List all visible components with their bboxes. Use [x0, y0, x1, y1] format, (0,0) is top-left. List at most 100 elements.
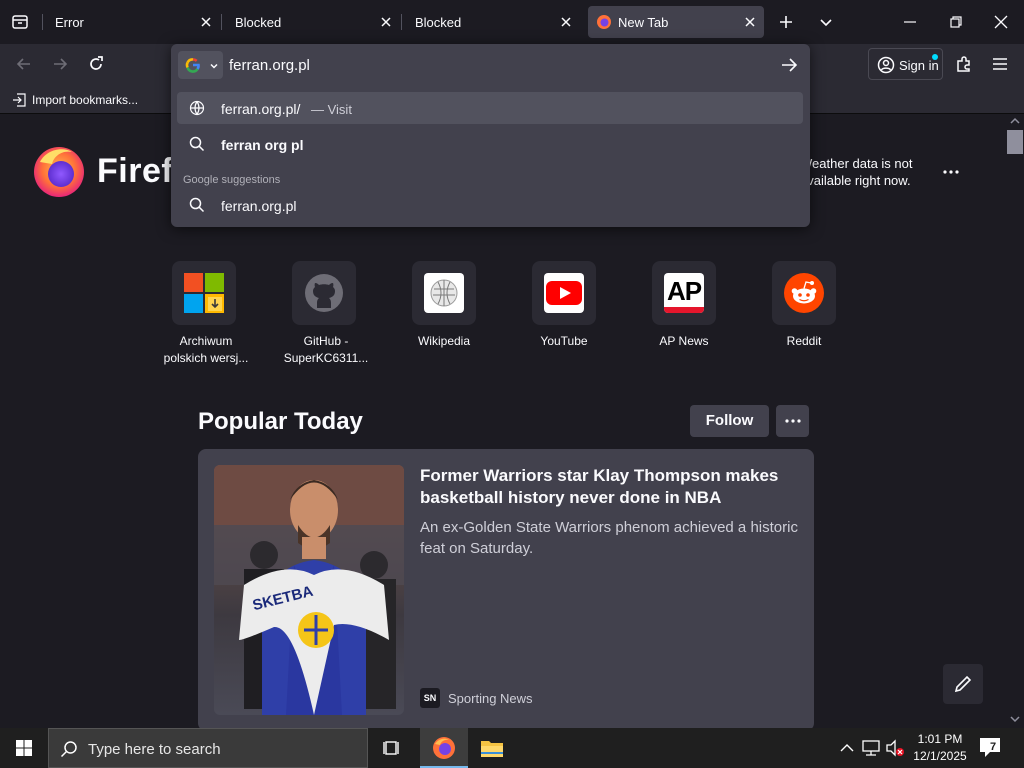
network-icon: [862, 740, 880, 756]
tab-blocked[interactable]: Blocked: [225, 6, 400, 38]
close-tab-icon[interactable]: [558, 14, 574, 30]
forward-button[interactable]: [50, 54, 70, 74]
section-title: Popular Today: [198, 408, 363, 435]
close-tab-icon[interactable]: [742, 14, 758, 30]
scrollbar-thumb[interactable]: [1007, 130, 1023, 154]
article-headline: Former Warriors star Klay Thompson makes…: [420, 466, 779, 507]
minimize-button[interactable]: [900, 12, 920, 32]
taskbar-file-explorer-button[interactable]: [468, 728, 516, 768]
shortcut-label-line: Archiwum: [179, 334, 233, 348]
folder-icon: [481, 741, 503, 757]
shortcut-label-line: Reddit: [786, 334, 822, 348]
article-excerpt: An ex-Golden State Warriors phenom achie…: [420, 519, 798, 557]
start-button[interactable]: [0, 728, 48, 768]
firefox-favicon-icon: [596, 14, 612, 30]
sign-in-label: Sign in: [899, 58, 939, 73]
follow-button[interactable]: Follow: [690, 405, 769, 437]
result-title: ferran.org.pl/: [221, 101, 301, 117]
shortcut-wikipedia[interactable]: Wikipedia: [384, 261, 504, 371]
go-button[interactable]: [778, 54, 800, 76]
urlbar-result-visit[interactable]: ferran.org.pl/ — Visit: [177, 92, 803, 124]
tab-label: Blocked: [415, 15, 462, 30]
reload-icon: [90, 56, 103, 70]
url-input-value: ferran.org.pl: [229, 57, 310, 74]
tab-new-tab[interactable]: New Tab: [588, 6, 764, 38]
shortcut-label: Archiwum polskich wersj...: [146, 333, 266, 367]
scroll-down-icon[interactable]: [1010, 714, 1020, 724]
globe-icon: [189, 100, 205, 116]
network-button[interactable]: [861, 738, 881, 758]
search-icon: [60, 741, 77, 758]
show-hidden-icons-button[interactable]: [838, 738, 856, 758]
urlbar-result-search[interactable]: ferran org pl: [177, 128, 803, 160]
close-tab-icon[interactable]: [198, 14, 214, 30]
weather-line: Weather data is not: [800, 156, 913, 171]
shortcut-ap-news[interactable]: AP AP News: [624, 261, 744, 371]
shortcut-tile: [412, 261, 476, 325]
shortcut-tile: AP: [652, 261, 716, 325]
tab-separator: [221, 14, 222, 30]
urlbar-panel: ferran.org.pl ferran.org.pl/ — Visit fer…: [171, 44, 810, 227]
shortcut-label-line: AP News: [659, 334, 709, 348]
windows-installer-icon: [184, 273, 224, 313]
close-window-button[interactable]: [991, 12, 1011, 32]
youtube-icon: [546, 281, 582, 305]
ap-logo-icon: AP: [664, 273, 704, 313]
task-view-icon: [383, 741, 399, 755]
task-view-button[interactable]: [368, 728, 416, 768]
firefox-view-icon: [12, 15, 28, 29]
search-engine-button[interactable]: [178, 51, 223, 79]
notification-count: 7: [990, 741, 997, 753]
vertical-scrollbar[interactable]: [1006, 114, 1024, 728]
search-icon: [189, 136, 205, 152]
weather-menu-button[interactable]: [940, 162, 962, 182]
tab-label: Error: [55, 15, 84, 30]
url-input[interactable]: ferran.org.pl: [229, 51, 769, 79]
reload-button[interactable]: [86, 54, 106, 74]
new-tab-button[interactable]: [776, 12, 796, 32]
volume-button[interactable]: [885, 738, 905, 758]
clock[interactable]: 1:01 PM 12/1/2025: [908, 731, 972, 765]
plus-icon: [780, 16, 792, 28]
arrow-left-icon: [16, 58, 30, 70]
extensions-button[interactable]: [954, 54, 974, 74]
notification-center-button[interactable]: 7: [978, 736, 1004, 760]
shortcut-archiwum[interactable]: Archiwum polskich wersj...: [146, 261, 266, 371]
taskbar-search-box[interactable]: Type here to search: [48, 728, 368, 768]
tab-list-button[interactable]: [816, 12, 836, 32]
arrow-right-icon: [54, 58, 68, 70]
import-bookmarks-button[interactable]: Import bookmarks...: [10, 90, 145, 110]
sign-in-button[interactable]: Sign in: [868, 48, 943, 80]
back-button[interactable]: [14, 54, 34, 74]
google-icon: [185, 58, 200, 73]
shortcut-reddit[interactable]: Reddit: [744, 261, 864, 371]
section-menu-button[interactable]: [776, 405, 809, 437]
reddit-icon: [784, 273, 824, 313]
restore-button[interactable]: [946, 12, 966, 32]
urlbar-result-google-suggestion[interactable]: ferran.org.pl: [177, 189, 803, 221]
app-menu-button[interactable]: [990, 54, 1010, 74]
restore-icon: [950, 16, 962, 28]
shortcut-tile: [772, 261, 836, 325]
arrow-right-icon: [782, 58, 798, 72]
shortcut-github[interactable]: GitHub - SuperKC6311...: [266, 261, 386, 371]
windows-logo-icon: [16, 740, 32, 756]
taskbar-firefox-button[interactable]: [420, 728, 468, 768]
tab-blocked[interactable]: Blocked: [405, 6, 580, 38]
search-icon: [189, 197, 205, 213]
tab-error[interactable]: Error: [45, 6, 220, 38]
shortcut-label-line: polskich wersj...: [163, 351, 249, 365]
customize-button[interactable]: [943, 664, 983, 704]
article-card[interactable]: SKETBA Former Warriors star Klay Thompso…: [198, 449, 814, 728]
clock-date: 12/1/2025: [913, 749, 967, 763]
github-icon: [305, 274, 343, 312]
tab-separator: [42, 14, 43, 30]
article-source: Sporting News: [448, 691, 533, 706]
scroll-up-icon[interactable]: [1010, 116, 1020, 126]
google-suggestions-header: Google suggestions: [183, 174, 281, 186]
article-image: SKETBA: [214, 465, 404, 715]
shortcut-youtube[interactable]: YouTube: [504, 261, 624, 371]
close-tab-icon[interactable]: [378, 14, 394, 30]
shortcut-label: GitHub - SuperKC6311...: [266, 333, 386, 367]
list-all-tabs-button[interactable]: [10, 12, 30, 32]
